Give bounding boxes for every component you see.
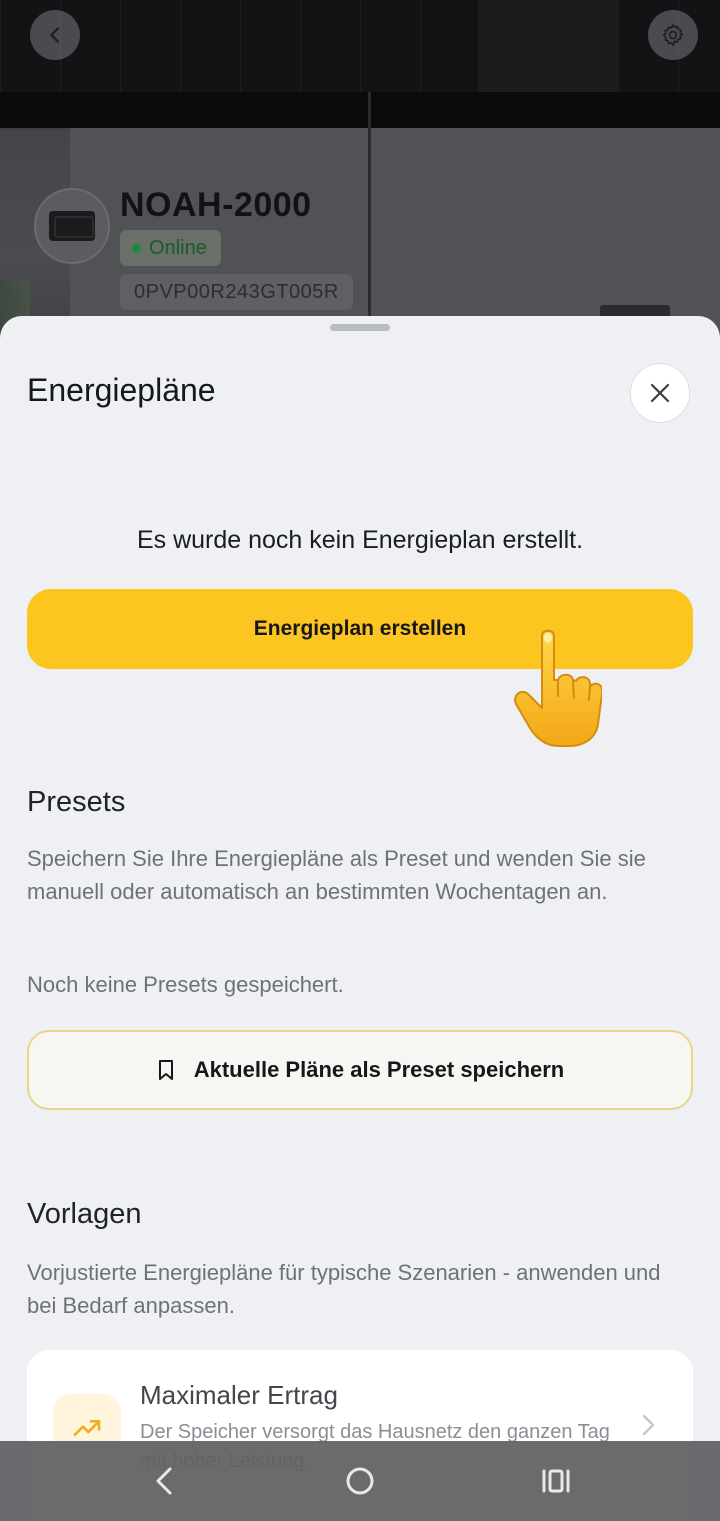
status-dot (132, 243, 141, 253)
chevron-left-icon (50, 27, 59, 43)
templates-description: Vorjustierte Energiepläne für typische S… (27, 1260, 661, 1318)
settings-button[interactable] (648, 10, 698, 60)
gear-icon (662, 24, 684, 46)
save-preset-label: Aktuelle Pläne als Preset speichern (193, 1057, 565, 1082)
pointing-hand-icon (514, 629, 602, 747)
serial-number: 0PVP00R243GT005R (120, 274, 353, 310)
back-button[interactable] (30, 10, 80, 60)
status-badge: Online (120, 230, 221, 266)
presets-empty-message: Noch keine Presets gespeichert. (27, 972, 344, 997)
device-avatar (34, 188, 110, 264)
device-name: NOAH-2000 (120, 186, 312, 224)
save-preset-button[interactable]: Aktuelle Pläne als Preset speichern (27, 1030, 693, 1110)
screen: NOAH-2000 Online 0PVP00R243GT005R Energi… (0, 0, 720, 1521)
device-hero-image (0, 0, 720, 342)
empty-state-message: Es wurde noch kein Energieplan erstellt. (136, 526, 584, 554)
energy-plans-sheet: Energiepläne Es wurde noch kein Energiep… (0, 316, 720, 1521)
system-navigation-bar (0, 1441, 720, 1521)
presets-description: Speichern Sie Ihre Energiepläne als Pres… (27, 846, 646, 904)
sheet-title: Energiepläne (27, 372, 216, 408)
nav-recents-icon (542, 1469, 570, 1493)
template-name: Maximaler Ertrag (140, 1380, 338, 1410)
bookmark-icon (158, 1060, 173, 1080)
sheet-drag-handle[interactable] (330, 324, 390, 331)
chevron-right-icon (642, 1414, 655, 1436)
nav-back-button[interactable] (144, 1461, 184, 1501)
close-button[interactable] (630, 363, 690, 423)
close-icon (650, 383, 670, 403)
templates-heading: Vorlagen (27, 1198, 142, 1230)
nav-recents-button[interactable] (536, 1461, 576, 1501)
presets-heading: Presets (27, 786, 126, 818)
battery-device-icon (49, 211, 95, 241)
status-label: Online (149, 236, 207, 259)
nav-back-icon (156, 1467, 172, 1495)
nav-home-button[interactable] (340, 1461, 380, 1501)
trending-up-icon (73, 1420, 101, 1436)
nav-home-icon (346, 1467, 374, 1495)
